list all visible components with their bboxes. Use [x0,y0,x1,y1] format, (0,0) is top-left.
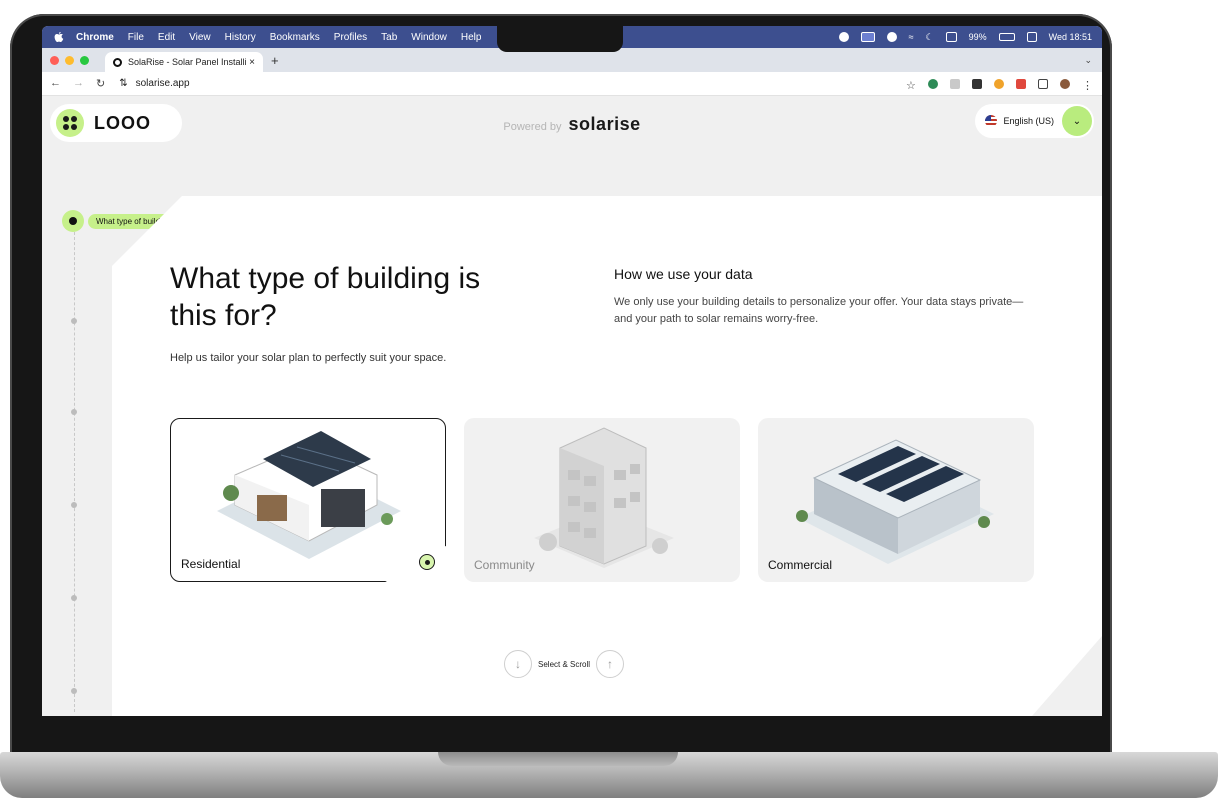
option-commercial[interactable]: Commercial [758,418,1034,582]
data-usage-title: How we use your data [614,266,753,282]
minimize-window-button[interactable] [65,55,74,65]
step-dot[interactable] [71,595,77,601]
step-dot[interactable] [71,409,77,415]
chevron-down-icon[interactable]: ⌄ [1062,106,1092,136]
browser-menu-icon[interactable]: ⋮ [1082,79,1093,92]
url-text[interactable]: solarise.app [136,78,190,89]
extensions-puzzle-icon[interactable] [1038,78,1048,89]
extension-grey-icon[interactable] [950,78,960,89]
extension-status-icon[interactable] [886,32,897,42]
close-window-button[interactable] [50,55,59,65]
extension-dark-icon[interactable] [972,78,982,89]
screen: Chrome File Edit View History Bookmarks … [42,26,1102,716]
language-selector[interactable]: English (US) ⌄ [975,104,1094,138]
menu-history[interactable]: History [225,32,256,43]
page-title: What type of building is this for? [170,262,481,332]
laptop-hinge [438,752,678,766]
bookmark-star-icon[interactable]: ☆ [906,79,916,92]
nav-buttons: ← → ↻ [50,77,105,90]
back-arrow-icon[interactable]: ← [50,77,61,90]
favicon-icon [113,57,122,67]
site-settings-icon[interactable]: ⇅ [119,78,127,89]
select-and-scroll: ↓ Select & Scroll ↑ [504,650,625,678]
menubar-menu: Chrome File Edit View History Bookmarks … [76,32,481,43]
powered-prefix: Powered by [503,121,562,133]
wifi-icon[interactable]: ≈ [909,32,914,42]
menu-help[interactable]: Help [461,32,482,43]
extensions-area: ☆ ⋮ [906,78,1102,92]
close-tab-icon[interactable]: × [249,57,255,68]
scroll-up-button[interactable]: ↑ [596,650,625,678]
web-page: Powered by solarise LOOO English (US) ⌄ … [42,96,1102,716]
brand-wordmark[interactable]: solarise [569,114,641,134]
window-controls [50,55,89,65]
tab-search-chevron-icon[interactable]: ⌄ [1084,55,1092,66]
moon-icon[interactable]: ☾ [926,32,934,43]
building-type-options: Residential Community Commercial [170,418,1034,582]
url-field[interactable]: ⇅ solarise.app [119,78,189,89]
zoom-window-button[interactable] [80,55,89,65]
browser-tab-active[interactable]: SolaRise - Solar Panel Installi × [105,52,263,72]
question-card: What type of building is this for? Help … [112,196,1102,716]
step-dot[interactable] [71,318,77,324]
menu-file[interactable]: File [128,32,144,43]
tab-title: SolaRise - Solar Panel Installi [128,57,247,67]
menu-bookmarks[interactable]: Bookmarks [270,32,320,43]
menu-chrome[interactable]: Chrome [76,32,114,43]
us-flag-icon [985,115,998,127]
record-icon[interactable] [838,32,849,42]
menu-view[interactable]: View [189,32,211,43]
extension-figma-icon[interactable] [1016,78,1026,89]
logo[interactable]: LOOO [50,104,182,142]
reload-icon[interactable]: ↻ [96,77,105,90]
logo-mark-icon [56,109,84,137]
menu-tab[interactable]: Tab [381,32,397,43]
camera-notch [497,26,623,52]
current-step-bullet [62,210,84,232]
extension-green-icon[interactable] [928,78,938,89]
option-label: Community [474,558,535,572]
step-dot[interactable] [71,688,77,694]
option-label: Commercial [768,558,833,572]
menu-window[interactable]: Window [411,32,447,43]
input-source-icon[interactable] [945,32,957,42]
logo-text: LOOO [94,112,151,133]
step-rail [74,222,75,712]
menu-edit[interactable]: Edit [158,32,175,43]
clock[interactable]: Wed 18:51 [1049,32,1092,42]
scroll-hint-label: Select & Scroll [538,659,591,669]
scroll-down-button[interactable]: ↓ [504,650,532,678]
option-community[interactable]: Community [464,418,740,582]
forward-arrow-icon[interactable]: → [73,77,84,90]
option-label: Residential [181,557,241,571]
option-residential[interactable]: Residential [170,418,446,582]
profile-avatar[interactable] [1060,78,1070,89]
language-label: English (US) [1003,116,1054,126]
menu-profiles[interactable]: Profiles [334,32,367,43]
data-usage-text: We only use your building details to per… [614,296,1024,325]
page-subtitle: Help us tailor your solar plan to perfec… [170,352,447,364]
apple-icon[interactable] [54,31,64,43]
control-center-icon[interactable] [1026,32,1037,42]
address-bar: ← → ↻ ⇅ solarise.app ☆ ⋮ [42,72,1102,96]
battery-percent: 99% [968,32,987,42]
step-dot[interactable] [71,502,77,508]
powered-by: Powered by solarise [42,114,1102,135]
menubar-status: ≈ ☾ 99% Wed 18:51 [838,32,1102,43]
screen-share-icon[interactable] [860,32,875,42]
extension-orange-icon[interactable] [994,78,1004,89]
new-tab-icon[interactable]: + [271,53,279,68]
selected-radio-icon[interactable] [419,554,435,570]
battery-icon[interactable] [998,33,1015,41]
